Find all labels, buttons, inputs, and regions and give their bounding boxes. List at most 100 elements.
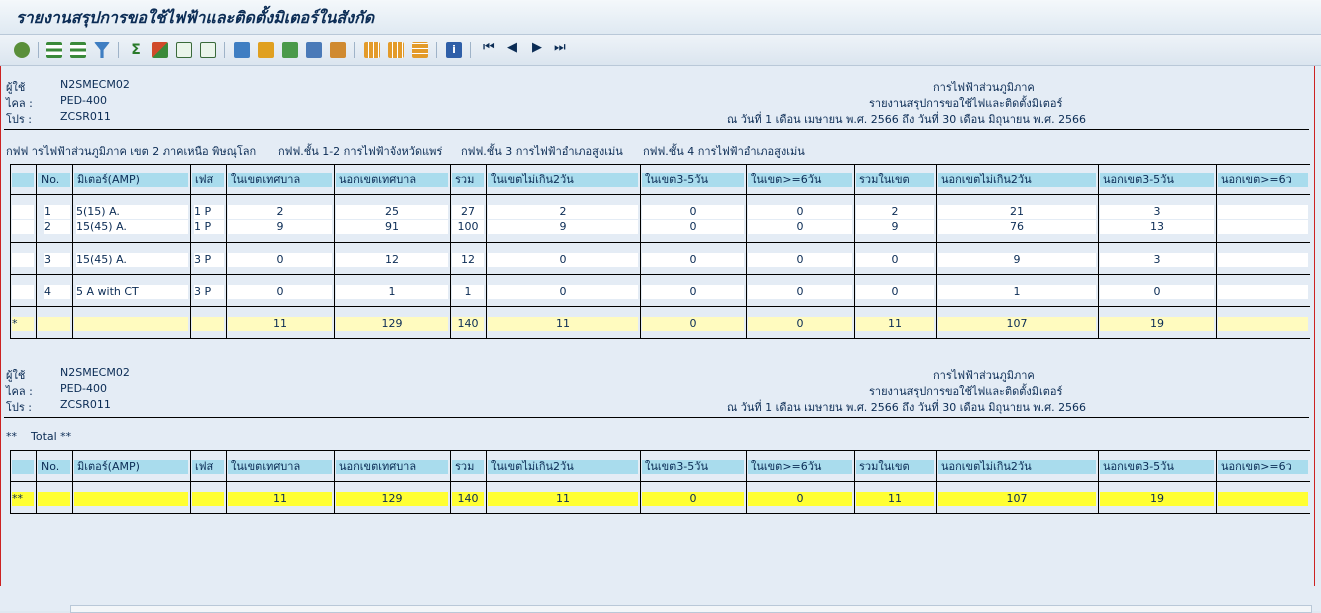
table-cell: 91 [336, 220, 448, 234]
table-cell [74, 492, 188, 506]
table-cell [38, 492, 70, 506]
meter-amp: 15(45) A. [76, 220, 188, 234]
row-number: 2 [44, 220, 70, 234]
column-header: นอกเขตเทศบาล [336, 460, 448, 474]
table-cell: 0 [488, 285, 638, 299]
column-header: เฟส [192, 173, 224, 187]
grid-line [10, 450, 1310, 451]
phase: 3 P [194, 253, 224, 267]
expand-icon[interactable] [176, 42, 192, 58]
grid-line [190, 164, 191, 338]
grid-line [1216, 450, 1217, 513]
row-number: 3 [44, 253, 70, 267]
row-number: 4 [44, 285, 70, 299]
first-page-icon[interactable]: ⏮ [483, 40, 495, 55]
column-header: ในเขตเทศบาล [228, 173, 332, 187]
table-cell: 140 [452, 317, 484, 331]
subtotal-icon[interactable] [152, 42, 168, 58]
grid-line [640, 164, 641, 338]
column-header: ในเขตไม่เกิน2วัน [488, 173, 638, 187]
row-selector [12, 220, 34, 234]
layout-icon[interactable] [258, 42, 274, 58]
grid-line [334, 450, 335, 513]
grid-line [746, 450, 747, 513]
column-header: No. [38, 460, 70, 474]
last-page-icon[interactable]: ⏭ [554, 40, 566, 55]
total-label: ** Total ** [6, 430, 72, 443]
export-icon[interactable] [234, 42, 250, 58]
report-period: ณ วันที่ 1 เดือน เมษายน พ.ศ. 2566 ถึง วั… [727, 113, 1087, 126]
sort-desc-icon[interactable] [70, 42, 86, 58]
table-cell: 25 [336, 205, 448, 219]
column-header: ในเขต>=6วัน [748, 460, 852, 474]
meter-amp: 5(15) A. [76, 205, 188, 219]
table-cell: 9 [938, 253, 1096, 267]
prev-page-icon[interactable]: ◀ [507, 40, 517, 55]
send-icon[interactable] [330, 42, 346, 58]
grid-line [190, 450, 191, 513]
grid-line [1216, 164, 1217, 338]
toolbar: Σ i ⏮ ◀ ▶ ⏭ [0, 35, 1321, 66]
table-cell: 0 [856, 285, 934, 299]
table-cell [192, 492, 224, 506]
column-header: ในเขตเทศบาล [228, 460, 332, 474]
file-value: PED-400 [60, 382, 108, 395]
table-cell [192, 317, 224, 331]
column-header: รวมในเขต [856, 173, 934, 187]
column-header: ในเขต3-5วัน [642, 460, 744, 474]
phase: 1 P [194, 205, 224, 219]
info-icon[interactable]: i [446, 42, 462, 58]
table-cell: 1 [336, 285, 448, 299]
column-header [12, 173, 34, 187]
grand-total-mark: ** [12, 492, 34, 506]
phase: 3 P [194, 285, 224, 299]
table-cell: 0 [748, 285, 852, 299]
grid-line [10, 194, 1310, 195]
table-cell: 3 [1100, 253, 1214, 267]
grid-icon[interactable] [364, 42, 380, 58]
grid-line [936, 450, 937, 513]
horizontal-scrollbar[interactable] [70, 605, 1312, 613]
grid-line [746, 164, 747, 338]
table-cell: 0 [642, 205, 744, 219]
column-header: No. [38, 173, 70, 187]
table-cell: 129 [336, 317, 448, 331]
table-cell: 19 [1100, 317, 1214, 331]
table-cell: 140 [452, 492, 484, 506]
prog-label: โปร : [6, 401, 33, 414]
refresh-icon[interactable] [14, 42, 30, 58]
table-cell: 21 [938, 205, 1096, 219]
grid-line [486, 450, 487, 513]
table-cell: 0 [1100, 285, 1214, 299]
grid-line [36, 164, 37, 338]
filter-icon[interactable] [94, 42, 110, 58]
table-cell: 100 [452, 220, 484, 234]
table-cell: 0 [642, 492, 744, 506]
columns-icon[interactable] [388, 42, 404, 58]
rows-icon[interactable] [412, 42, 428, 58]
grid-line [10, 338, 1310, 339]
column-header: รวม [452, 173, 484, 187]
table-cell: 19 [1100, 492, 1214, 506]
column-header: มิเตอร์(AMP) [74, 173, 188, 187]
grid-line [450, 164, 451, 338]
grid-line [1098, 164, 1099, 338]
sort-asc-icon[interactable] [46, 42, 62, 58]
table-cell: 1 [938, 285, 1096, 299]
next-page-icon[interactable]: ▶ [532, 40, 542, 55]
grid-line [854, 164, 855, 338]
grid-line [36, 450, 37, 513]
table-cell: 11 [228, 492, 332, 506]
table-cell: 129 [336, 492, 448, 506]
column-header: เฟส [192, 460, 224, 474]
column-header: นอกเขตไม่เกิน2วัน [938, 460, 1096, 474]
grid-line [10, 164, 1310, 165]
word-icon[interactable] [306, 42, 322, 58]
file-value: PED-400 [60, 94, 108, 107]
table-cell: 1 [452, 285, 484, 299]
collapse-icon[interactable] [200, 42, 216, 58]
sum-icon[interactable]: Σ [128, 42, 144, 58]
table-cell: 11 [856, 492, 934, 506]
row-selector [12, 285, 34, 299]
spreadsheet-icon[interactable] [282, 42, 298, 58]
